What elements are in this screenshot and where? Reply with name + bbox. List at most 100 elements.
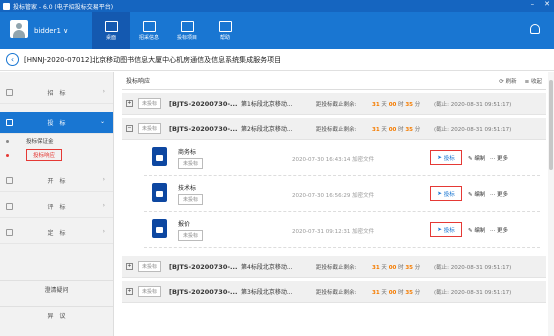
package-row[interactable]: + 未投标 [BJTS-20200730-... 第1标段北京移动... 距投标… (122, 93, 546, 115)
bullet-icon (6, 140, 9, 143)
sidebar-item-evaluation[interactable]: 评 标 › (0, 196, 113, 218)
countdown: 31 天 00 时 35 分 (372, 264, 421, 271)
sidebar-item-label: 招 标 (47, 90, 66, 97)
avatar[interactable] (10, 20, 28, 38)
bid-file-card: 报价 未投标 2020-07-31 09:12:31 加密文件 ➤ 投标 ✎ 编制… (144, 212, 540, 248)
nav-label: 帮助 (219, 34, 230, 41)
package-name: 第3标段北京移动... (241, 289, 293, 296)
lock-file-icon (152, 183, 167, 202)
bell-icon[interactable] (530, 24, 540, 34)
award-icon (6, 229, 13, 236)
status-badge: 未投标 (138, 123, 162, 134)
desktop-icon (104, 20, 118, 32)
project-bar: ‹ [HNNJ-2020-07012]北京移动图书信息大厦中心机房通信及信息系统… (0, 49, 554, 71)
tab-bid-response[interactable]: 投标响应 (126, 76, 150, 85)
close-button[interactable]: ✕ (544, 0, 550, 8)
project-code: [BJTS-20200730-... (169, 124, 238, 133)
back-button[interactable]: ‹ (6, 53, 19, 66)
project-icon (180, 20, 194, 32)
sidebar-item-opening[interactable]: 开 标 › (0, 170, 113, 192)
countdown: 31 天 00 时 35 分 (372, 101, 421, 108)
project-title: [HNNJ-2020-07012]北京移动图书信息大厦中心机房通信及信息系统集成… (24, 55, 282, 64)
nav-desktop[interactable]: 桌面 (92, 12, 130, 49)
more-button[interactable]: ··· 更多 (490, 154, 508, 162)
tender-icon (6, 89, 13, 96)
bid-button[interactable]: ➤ 投标 (430, 150, 462, 165)
package-row[interactable]: − 未投标 [BJTS-20200730-... 第2标段北京移动... 距投标… (122, 118, 546, 140)
deadline-label: 距投标截止剩余: (316, 289, 357, 296)
send-icon: ➤ (437, 154, 442, 161)
evaluation-icon (6, 203, 13, 210)
sidebar-subitem-bid-response[interactable]: 投标响应 (0, 148, 113, 162)
deadline-label: 距投标截止剩余: (316, 264, 357, 271)
collapse-toggle[interactable]: − (126, 125, 133, 132)
status-badge: 未投标 (138, 261, 162, 272)
app-header: bidder1 ∨ 桌面 招采信息 投标项目 帮助 (0, 12, 554, 49)
countdown: 31 天 00 时 35 分 (372, 289, 421, 296)
expand-toggle[interactable]: + (126, 100, 133, 107)
deadline-time: (截止: 2020-08-31 09:51:17) (434, 289, 512, 296)
window-controls: – ✕ (531, 0, 550, 8)
edit-button[interactable]: ✎ 编制 (468, 226, 485, 234)
scrollbar-thumb[interactable] (549, 80, 553, 170)
status-badge: 未投标 (138, 98, 162, 109)
encrypted-time: 2020-07-31 09:12:31 加密文件 (292, 229, 375, 235)
sidebar-item-award[interactable]: 定 标 › (0, 222, 113, 244)
expand-toggle[interactable]: + (126, 288, 133, 295)
status-badge: 未投标 (178, 230, 204, 241)
deadline-time: (截止: 2020-08-31 09:51:17) (434, 126, 512, 133)
scrollbar[interactable] (548, 72, 554, 336)
status-badge: 未投标 (178, 194, 204, 205)
package-row[interactable]: + 未投标 [BJTS-20200730-... 第4标段北京移动... 距投标… (122, 256, 546, 278)
minimize-button[interactable]: – (531, 0, 535, 8)
sidebar-item-clarification[interactable]: 澄清疑问 (0, 280, 113, 298)
chevron-right-icon: › (102, 202, 105, 209)
subitem-label: 投标响应 (26, 149, 63, 161)
sidebar-item-tendering[interactable]: 招 标 › (0, 82, 113, 104)
subitem-label: 投标保证金 (26, 139, 54, 145)
bid-button[interactable]: ➤ 投标 (430, 222, 462, 237)
nav-tender-info[interactable]: 招采信息 (130, 12, 168, 49)
chevron-right-icon: › (102, 228, 105, 235)
chevron-right-icon: › (102, 176, 105, 183)
user-menu[interactable]: bidder1 ∨ (34, 27, 68, 35)
edit-button[interactable]: ✎ 编制 (468, 154, 485, 162)
more-button[interactable]: ··· 更多 (490, 226, 508, 234)
deadline-label: 距投标截止剩余: (316, 101, 357, 108)
more-button[interactable]: ··· 更多 (490, 190, 508, 198)
file-name: 报价 (178, 221, 191, 228)
package-row[interactable]: + 未投标 [BJTS-20200730-... 第3标段北京移动... 距投标… (122, 281, 546, 303)
toolbar: ⟳ 刷新 ≡ 收起 (499, 77, 542, 85)
sidebar-subitem-deposit[interactable]: 投标保证金 (0, 134, 113, 148)
encrypted-time: 2020-07-30 16:43:14 加密文件 (292, 157, 375, 163)
expand-toggle[interactable]: + (126, 263, 133, 270)
app-icon (3, 2, 10, 10)
opening-icon (6, 177, 13, 184)
collapse-button[interactable]: ≡ 收起 (525, 77, 542, 85)
edit-button[interactable]: ✎ 编制 (468, 190, 485, 198)
search-doc-icon (142, 20, 156, 32)
package-name: 第1标段北京移动... (241, 101, 293, 108)
bid-file-card: 商务标 未投标 2020-07-30 16:43:14 加密文件 ➤ 投标 ✎ 编… (144, 140, 540, 176)
deadline-label: 距投标截止剩余: (316, 126, 357, 133)
top-nav: 桌面 招采信息 投标项目 帮助 (92, 12, 244, 49)
sidebar-item-bidding[interactable]: 投 标 ⌄ (0, 112, 113, 134)
title-bar: 投标管家 - 6.0 (电子招投标交易平台) – ✕ (0, 0, 554, 12)
chevron-down-icon: ⌄ (99, 118, 105, 125)
nav-help[interactable]: 帮助 (206, 12, 244, 49)
sidebar: 招 标 › 投 标 ⌄ 投标保证金 投标响应 开 标 › 评 标 › 定 标 ›… (0, 72, 114, 336)
status-badge: 未投标 (138, 286, 162, 297)
bid-icon (6, 119, 13, 126)
send-icon: ➤ (437, 190, 442, 197)
refresh-button[interactable]: ⟳ 刷新 (499, 77, 516, 85)
sidebar-item-objection[interactable]: 异 议 (0, 306, 113, 324)
nav-bid-projects[interactable]: 投标项目 (168, 12, 206, 49)
chevron-right-icon: › (102, 88, 105, 95)
file-name: 商务标 (178, 149, 197, 156)
project-code: [BJTS-20200730-... (169, 287, 238, 296)
bid-button[interactable]: ➤ 投标 (430, 186, 462, 201)
main-panel: 投标响应 ⟳ 刷新 ≡ 收起 + 未投标 [BJTS-20200730-... … (122, 72, 546, 336)
lock-file-icon (152, 219, 167, 238)
window-title: 投标管家 - 6.0 (电子招投标交易平台) (13, 3, 114, 11)
nav-label: 投标项目 (176, 34, 197, 41)
